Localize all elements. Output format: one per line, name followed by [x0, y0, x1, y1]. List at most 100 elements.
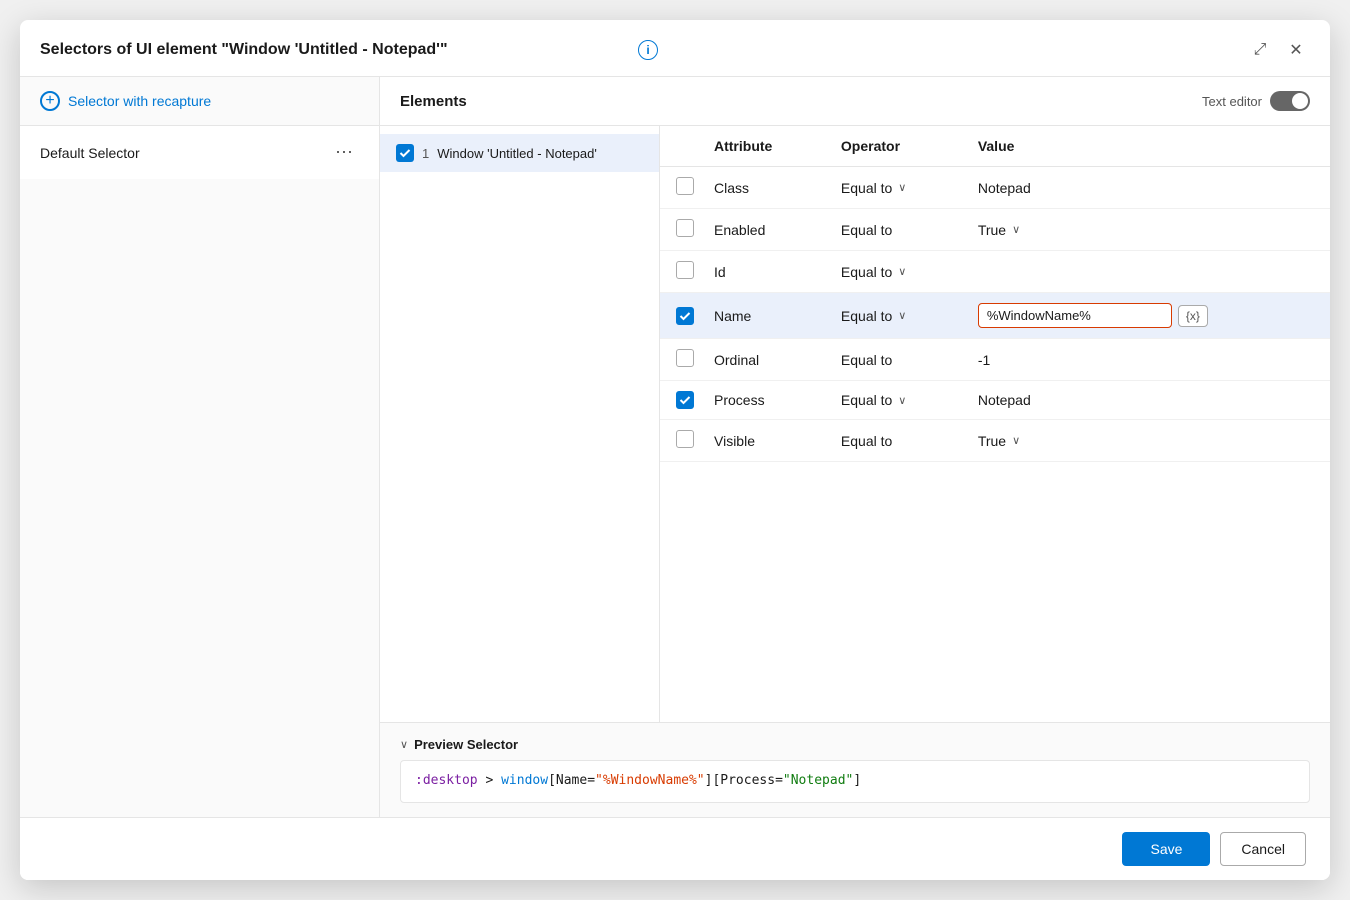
add-icon: +	[40, 91, 60, 111]
table-row: Name Equal to ∨ {x}	[660, 293, 1330, 339]
attributes-table: Attribute Operator Value ClassEqual to∨N…	[660, 126, 1330, 462]
table-row: Visible Equal to True ∨	[660, 420, 1330, 462]
row-checkbox-cell	[660, 209, 698, 251]
row-checkbox[interactable]	[676, 307, 694, 325]
row-value	[962, 251, 1330, 293]
main-content: + Selector with recapture Default Select…	[20, 77, 1330, 817]
tree-item-label: Window 'Untitled - Notepad'	[437, 146, 597, 161]
attributes-panel: Attribute Operator Value ClassEqual to∨N…	[660, 126, 1330, 722]
text-editor-toggle: Text editor	[1202, 91, 1310, 111]
value-input[interactable]	[978, 303, 1172, 328]
row-checkbox[interactable]	[676, 349, 694, 367]
table-row: EnabledEqual toTrue∨	[660, 209, 1330, 251]
save-button[interactable]: Save	[1122, 832, 1210, 866]
add-selector-button[interactable]: + Selector with recapture	[20, 77, 379, 126]
operator-text: Equal to	[841, 308, 892, 324]
operator-text: Equal to	[841, 352, 892, 368]
row-checkbox-cell	[660, 339, 698, 381]
col-operator: Operator	[825, 126, 962, 167]
row-checkbox[interactable]	[676, 219, 694, 237]
row-attribute: Name	[698, 293, 825, 339]
code-window: window	[501, 773, 548, 788]
info-icon[interactable]: i	[638, 40, 658, 60]
text-editor-toggle-switch[interactable]	[1270, 91, 1310, 111]
row-checkbox-cell	[660, 420, 698, 462]
operator-dropdown-icon[interactable]: ∨	[898, 394, 906, 407]
col-checkbox	[660, 126, 698, 167]
expand-button[interactable]: ⤢	[1246, 36, 1274, 64]
row-value: Notepad	[962, 381, 1330, 420]
operator-cell: Equal to	[841, 352, 946, 368]
tree-item-checkbox[interactable]	[396, 144, 414, 162]
row-operator: Equal to	[825, 339, 962, 381]
row-operator: Equal to ∨	[825, 381, 962, 420]
row-value: -1	[962, 339, 1330, 381]
preview-chevron-icon: ∨	[400, 738, 408, 751]
row-attribute: Visible	[698, 420, 825, 462]
selector-item[interactable]: Default Selector ⋯	[20, 126, 379, 179]
value-text: True	[978, 222, 1006, 238]
cancel-button[interactable]: Cancel	[1220, 832, 1306, 866]
value-text: Notepad	[978, 180, 1031, 196]
right-panel: Elements Text editor 1	[380, 77, 1330, 817]
operator-text: Equal to	[841, 433, 892, 449]
elements-tree: 1 Window 'Untitled - Notepad'	[380, 126, 660, 722]
value-text: -1	[978, 352, 990, 368]
value-text: True	[978, 433, 1006, 449]
row-operator: Equal to ∨	[825, 293, 962, 339]
row-checkbox-cell	[660, 381, 698, 420]
operator-cell: Equal to ∨	[841, 308, 946, 324]
code-process-val: "Notepad"	[783, 773, 853, 788]
footer: Save Cancel	[20, 817, 1330, 880]
tree-item[interactable]: 1 Window 'Untitled - Notepad'	[380, 134, 659, 172]
left-panel: + Selector with recapture Default Select…	[20, 77, 380, 817]
selector-menu-button[interactable]: ⋯	[329, 140, 359, 165]
text-editor-label: Text editor	[1202, 94, 1262, 109]
operator-cell: Equal to	[841, 433, 946, 449]
row-checkbox[interactable]	[676, 430, 694, 448]
preview-code: :desktop > window[Name="%WindowName%"][P…	[400, 760, 1310, 803]
row-attribute: Process	[698, 381, 825, 420]
value-cell: True ∨	[978, 222, 1314, 238]
code-gt: >	[478, 773, 501, 788]
variable-button[interactable]: {x}	[1178, 305, 1208, 327]
row-checkbox[interactable]	[676, 391, 694, 409]
tree-item-num: 1	[422, 146, 429, 161]
row-checkbox[interactable]	[676, 261, 694, 279]
add-selector-label: Selector with recapture	[68, 93, 211, 109]
title-actions: ⤢ ✕	[1246, 36, 1310, 64]
right-header: Elements Text editor	[380, 77, 1330, 126]
operator-cell: Equal to ∨	[841, 180, 946, 196]
row-operator: Equal to	[825, 420, 962, 462]
preview-section: ∨ Preview Selector :desktop > window[Nam…	[380, 722, 1330, 817]
right-body: 1 Window 'Untitled - Notepad' Attribute …	[380, 126, 1330, 722]
operator-text: Equal to	[841, 392, 892, 408]
row-value: {x}	[962, 293, 1330, 339]
row-attribute: Id	[698, 251, 825, 293]
value-cell: Notepad	[978, 180, 1314, 196]
table-row: Class Equal to ∨ Notepad	[660, 167, 1330, 209]
row-attribute: Class	[698, 167, 825, 209]
close-button[interactable]: ✕	[1282, 36, 1310, 64]
row-checkbox-cell	[660, 167, 698, 209]
operator-dropdown-icon[interactable]: ∨	[898, 265, 906, 278]
operator-text: Equal to	[841, 264, 892, 280]
operator-cell: Equal to ∨	[841, 392, 946, 408]
selector-name: Default Selector	[40, 145, 140, 161]
row-checkbox-cell	[660, 293, 698, 339]
row-attribute: Ordinal	[698, 339, 825, 381]
operator-dropdown-icon[interactable]: ∨	[898, 181, 906, 194]
value-dropdown-icon[interactable]: ∨	[1012, 434, 1020, 447]
operator-dropdown-icon[interactable]: ∨	[898, 309, 906, 322]
code-name-val: "%WindowName%"	[595, 773, 705, 788]
operator-text: Equal to	[841, 180, 892, 196]
value-dropdown-icon[interactable]: ∨	[1012, 223, 1020, 236]
table-row: Ordinal Equal to -1	[660, 339, 1330, 381]
row-value: True ∨	[962, 420, 1330, 462]
row-checkbox[interactable]	[676, 177, 694, 195]
value-cell: {x}	[978, 303, 1314, 328]
row-operator: Equal to	[825, 209, 962, 251]
preview-header[interactable]: ∨ Preview Selector	[400, 737, 1310, 752]
table-row: Id Equal to ∨	[660, 251, 1330, 293]
operator-cell: Equal to	[841, 222, 946, 238]
